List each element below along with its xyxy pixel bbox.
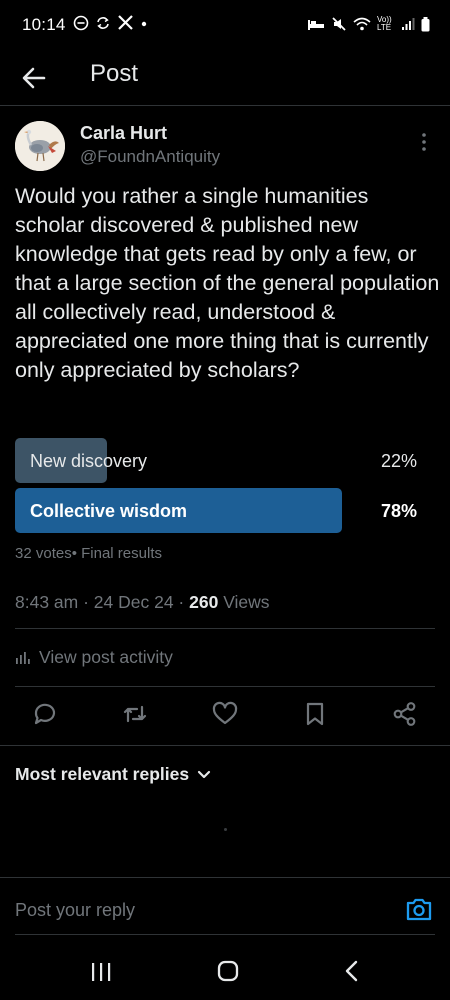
back-icon[interactable]	[343, 960, 361, 982]
status-left-icons	[73, 14, 148, 31]
more-options-icon[interactable]	[416, 131, 432, 153]
divider	[0, 745, 450, 746]
bar-chart-icon	[16, 651, 30, 664]
replies-sort-dropdown[interactable]: Most relevant replies	[15, 764, 211, 785]
system-navigation-bar	[0, 940, 450, 1000]
reply-input[interactable]: Post your reply	[15, 900, 135, 921]
x-logo-icon	[118, 15, 133, 30]
loading-indicator	[224, 828, 227, 831]
author-handle[interactable]: @FoundnAntiquity	[80, 147, 220, 167]
avatar[interactable]	[15, 121, 65, 171]
signal-icon	[402, 18, 415, 30]
battery-icon	[421, 16, 430, 31]
like-icon[interactable]	[211, 700, 239, 728]
reply-icon[interactable]	[31, 700, 59, 728]
sync-icon	[97, 16, 109, 29]
status-bar: 10:14 Vo)) LTE	[0, 0, 450, 50]
poll-option-label: Collective wisdom	[30, 501, 188, 521]
views-label: Views	[218, 592, 270, 612]
views-count: 260	[189, 592, 219, 612]
status-time: 10:14	[22, 15, 66, 34]
bird-illustration-icon	[15, 121, 65, 171]
chevron-down-icon	[198, 770, 211, 778]
divider	[0, 877, 450, 878]
post-text: Would you rather a single humanities sch…	[15, 184, 440, 382]
poll-option-new-discovery: New discovery 22%	[15, 438, 420, 483]
dot-icon	[141, 21, 147, 26]
repost-icon[interactable]	[121, 700, 149, 728]
recent-apps-icon[interactable]	[90, 962, 112, 982]
page-title: Post	[90, 60, 139, 87]
post-timestamp: 8:43 am · 24 Dec 24 · 260 Views	[15, 592, 270, 613]
activity-label: View post activity	[39, 647, 173, 667]
replies-sort-label: Most relevant replies	[15, 764, 190, 784]
back-arrow-icon[interactable]	[18, 62, 50, 94]
top-app-bar: Post	[0, 50, 450, 106]
minus-circle-icon	[73, 15, 89, 30]
bookmark-icon[interactable]	[301, 700, 329, 728]
share-icon[interactable]	[391, 700, 419, 728]
view-post-activity-link[interactable]: View post activity	[15, 647, 173, 668]
volte-icon: Vo)) LTE	[377, 15, 392, 32]
mute-icon	[332, 17, 346, 31]
poll-results-meta: 32 votes• Final results	[15, 545, 162, 562]
poll-option-percent: 22%	[380, 451, 417, 471]
poll-option-collective-wisdom: Collective wisdom 78%	[15, 488, 420, 533]
author-name[interactable]: Carla Hurt	[80, 123, 167, 144]
camera-icon[interactable]	[405, 896, 433, 922]
divider	[15, 934, 435, 935]
divider	[15, 686, 435, 687]
poll-option-label: New discovery	[30, 451, 148, 471]
wifi-icon	[353, 17, 371, 31]
divider	[15, 628, 435, 629]
timestamp-text: 8:43 am · 24 Dec 24 ·	[15, 592, 190, 612]
home-icon[interactable]	[217, 960, 239, 982]
post-actions-bar	[0, 700, 450, 730]
poll-option-percent: 78%	[380, 501, 417, 521]
bed-icon	[308, 20, 324, 30]
status-right-icons: Vo)) LTE	[307, 16, 430, 32]
